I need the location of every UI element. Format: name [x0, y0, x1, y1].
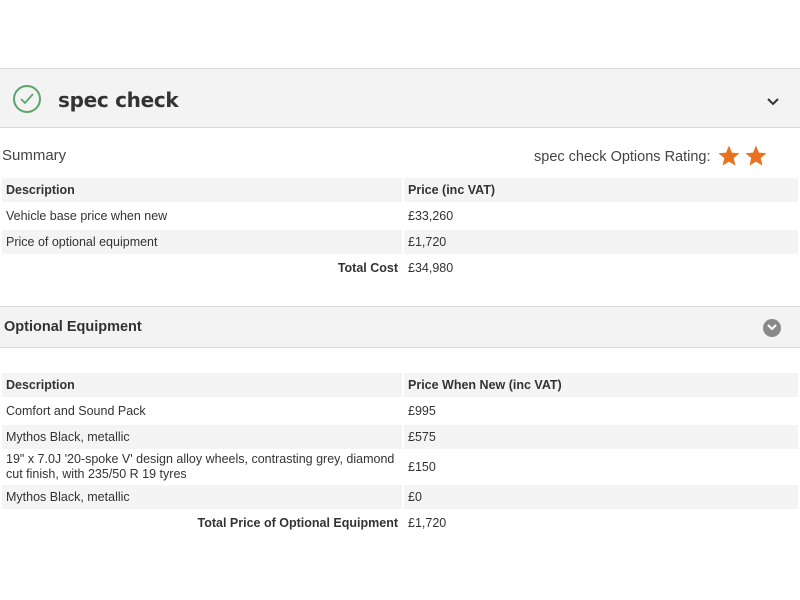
star-icon: [718, 145, 740, 166]
summary-label: Summary: [2, 147, 67, 164]
row-price: £995: [408, 404, 436, 418]
total-value: £1,720: [408, 516, 447, 530]
table-row: Vehicle base price when new £33,260: [2, 204, 798, 228]
spec-check-header[interactable]: spec check: [0, 68, 800, 128]
table-header-row: Description Price When New (inc VAT): [2, 373, 798, 397]
table-row: Comfort and Sound Pack £995: [2, 399, 798, 423]
summary-table: Description Price (inc VAT) Vehicle base…: [0, 176, 800, 282]
row-description: Vehicle base price when new: [6, 209, 168, 223]
column-header: Description: [2, 373, 402, 397]
row-price: £1,720: [404, 230, 798, 254]
total-row: Total Cost £34,980: [2, 256, 798, 280]
row-price: £150: [408, 460, 436, 474]
column-header: Price When New (inc VAT): [404, 373, 798, 397]
column-header: Price (inc VAT): [404, 178, 798, 202]
row-price: £33,260: [408, 209, 454, 223]
total-label: Total Price of Optional Equipment: [197, 516, 398, 530]
optional-equipment-table: Description Price When New (inc VAT) Com…: [0, 371, 800, 537]
star-icon: [745, 145, 767, 166]
options-rating-stars: [717, 144, 768, 168]
total-row: Total Price of Optional Equipment £1,720: [2, 511, 798, 535]
check-circle-icon: [13, 85, 41, 113]
table-row: Price of optional equipment £1,720: [2, 230, 798, 254]
row-description: Mythos Black, metallic: [2, 485, 402, 509]
row-description: Mythos Black, metallic: [2, 425, 402, 449]
table-row: Mythos Black, metallic £575: [2, 425, 798, 449]
optional-equipment-header[interactable]: Optional Equipment: [0, 306, 800, 348]
row-price: £0: [404, 485, 798, 509]
options-rating-label: spec check Options Rating:: [534, 149, 711, 165]
total-value: £34,980: [408, 261, 454, 275]
chevron-down-icon[interactable]: [767, 93, 779, 111]
table-row: Mythos Black, metallic £0: [2, 485, 798, 509]
chevron-circle-down-icon[interactable]: [763, 319, 781, 337]
row-description: Comfort and Sound Pack: [6, 404, 146, 418]
table-header-row: Description Price (inc VAT): [2, 178, 798, 202]
row-description: Price of optional equipment: [2, 230, 402, 254]
optional-equipment-title: Optional Equipment: [4, 319, 142, 335]
total-label: Total Cost: [337, 261, 398, 275]
table-row: 19" x 7.0J '20-spoke V' design alloy whe…: [2, 451, 798, 483]
column-header: Description: [2, 178, 402, 202]
row-description: 19" x 7.0J '20-spoke V' design alloy whe…: [6, 452, 395, 481]
row-price: £575: [404, 425, 798, 449]
spec-check-title: spec check: [58, 88, 179, 112]
